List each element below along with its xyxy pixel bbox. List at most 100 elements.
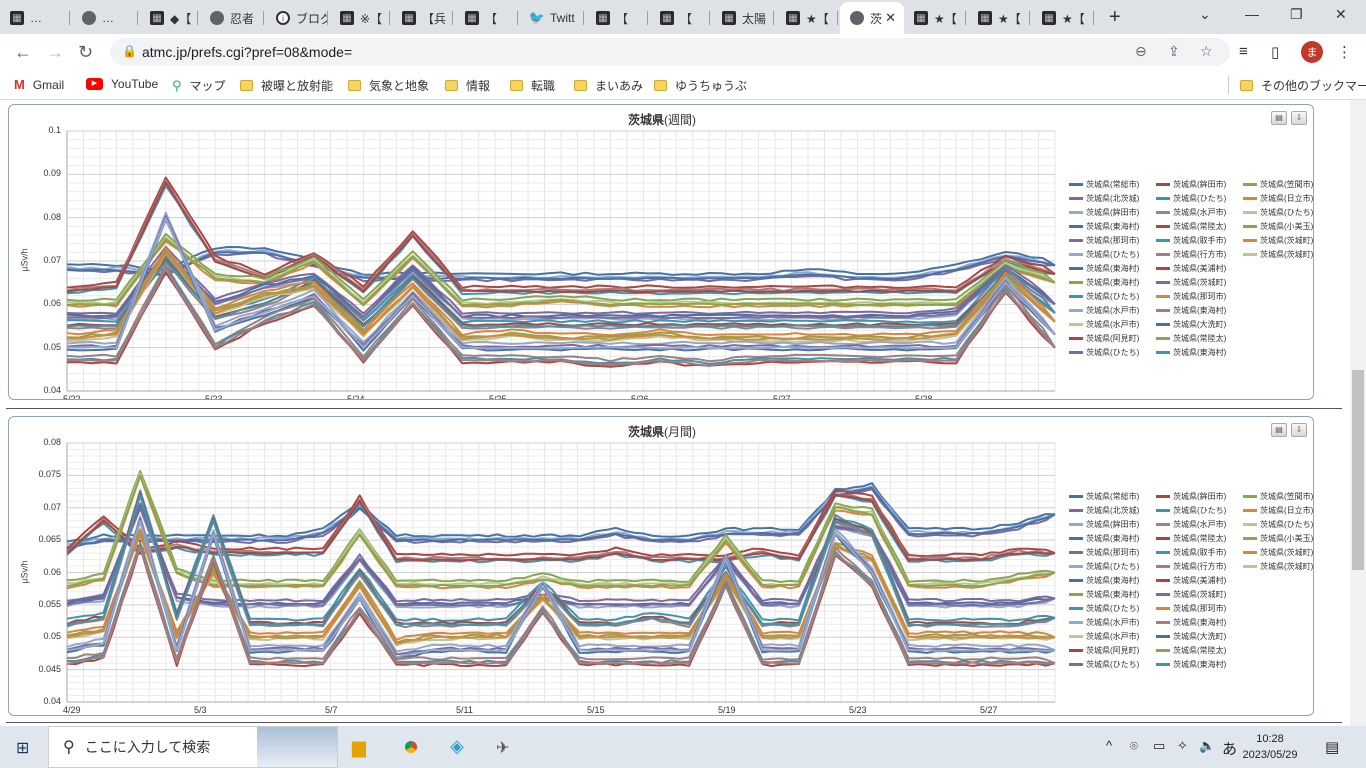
bookmark-item[interactable]: M Gmail <box>14 77 64 92</box>
legend-item[interactable]: 茨城県(那珂市) <box>1156 603 1226 614</box>
forward-arrow-icon[interactable]: → <box>46 42 64 63</box>
back-arrow-icon[interactable]: ← <box>14 42 32 63</box>
legend-item[interactable]: 茨城県(ひたち) <box>1069 291 1139 302</box>
omnibox[interactable]: 🔒 atmc.jp/prefs.cgi?pref=08&mode= ⊖ ⇪ ☆ <box>110 38 1230 66</box>
legend-item[interactable]: 茨城県(水戸市) <box>1156 519 1226 530</box>
legend-item[interactable]: 茨城県(ひたち) <box>1156 505 1226 516</box>
legend-item[interactable]: 茨城県(北茨城) <box>1069 193 1139 204</box>
side-panel-icon[interactable]: ▯ <box>1271 43 1279 61</box>
share-icon[interactable]: ⇪ <box>1168 43 1180 60</box>
legend-item[interactable]: 茨城県(ひたち) <box>1069 347 1139 358</box>
page-scrollbar[interactable] <box>1350 100 1366 726</box>
browser-tab[interactable]: 忍者 <box>200 4 264 32</box>
notepad-icon[interactable]: ◈ <box>450 736 464 757</box>
legend-item[interactable]: 茨城県(美浦村) <box>1156 263 1226 274</box>
legend-item[interactable]: 茨城県(鉾田市) <box>1156 179 1226 190</box>
legend-item[interactable]: 茨城県(常陸太) <box>1156 533 1226 544</box>
legend-item[interactable]: 茨城県(水戸市) <box>1156 207 1226 218</box>
browser-tab[interactable]: 🐦 Twitt <box>520 4 584 32</box>
legend-item[interactable]: 茨城県(東海村) <box>1069 533 1139 544</box>
legend-item[interactable]: 茨城県(東海村) <box>1069 221 1139 232</box>
zoom-icon[interactable]: ⊖ <box>1135 43 1147 60</box>
legend-item[interactable]: 茨城県(ひたち) <box>1069 561 1139 572</box>
network-icon[interactable]: ✧ <box>1177 738 1188 754</box>
volume-icon[interactable]: 🔈 <box>1199 738 1215 754</box>
tab-search-icon[interactable]: ⌄ <box>1199 6 1211 23</box>
legend-item[interactable]: 茨城県(那珂市) <box>1156 291 1226 302</box>
legend-item[interactable]: 茨城県(ひたち) <box>1243 519 1313 530</box>
chrome-icon[interactable] <box>399 735 423 759</box>
legend-item[interactable]: 茨城県(ひたち) <box>1243 207 1313 218</box>
bookmark-item[interactable]: ゆうちゅうぶ <box>654 77 747 94</box>
tray-camera-icon[interactable]: ⌾ <box>1130 738 1138 754</box>
reading-list-icon[interactable]: ≡ <box>1239 43 1248 60</box>
legend-item[interactable]: 茨城県(東海村) <box>1069 263 1139 274</box>
legend-item[interactable]: 茨城県(北茨城) <box>1069 505 1139 516</box>
clock[interactable]: 10:28 2023/05/29 <box>1240 731 1300 763</box>
browser-tab[interactable]: ▦ ★【 <box>776 4 838 32</box>
maximize-button[interactable]: ❐ <box>1290 6 1303 23</box>
legend-item[interactable]: 茨城県(ひたち) <box>1069 249 1139 260</box>
legend-item[interactable]: 茨城県(東海村) <box>1069 277 1139 288</box>
browser-tab[interactable]: i ブログ <box>266 4 328 32</box>
browser-tab[interactable]: ▦ 太陽 <box>712 4 774 32</box>
browser-tab[interactable]: ▦ 【兵 <box>392 4 453 32</box>
legend-item[interactable]: 茨城県(笠間市) <box>1243 491 1313 502</box>
app-icon[interactable]: ✈ <box>496 738 509 758</box>
legend-item[interactable]: 茨城県(行方市) <box>1156 249 1226 260</box>
browser-tab[interactable]: 茨 ✕ <box>840 2 904 34</box>
windows-start-icon[interactable]: ⊞ <box>16 738 29 758</box>
new-tab-button[interactable]: + <box>1109 6 1121 29</box>
legend-item[interactable]: 茨城県(阿見町) <box>1069 333 1139 344</box>
legend-item[interactable]: 茨城県(ひたち) <box>1069 659 1139 670</box>
file-explorer-icon[interactable]: ▆ <box>352 737 366 758</box>
legend-item[interactable]: 茨城県(小美玉) <box>1243 221 1313 232</box>
browser-tab[interactable]: ▦ ※【 <box>330 4 390 32</box>
legend-item[interactable]: 茨城県(ひたち) <box>1156 193 1226 204</box>
legend-item[interactable]: 茨城県(美浦村) <box>1156 575 1226 586</box>
browser-tab[interactable]: … <box>72 4 138 32</box>
minimize-button[interactable]: — <box>1245 6 1259 22</box>
legend-item[interactable]: 茨城県(那珂市) <box>1069 547 1139 558</box>
battery-icon[interactable]: ▭ <box>1153 738 1165 754</box>
browser-tab[interactable]: ▦… <box>0 4 70 32</box>
legend-item[interactable]: 茨城県(笠間市) <box>1243 179 1313 190</box>
legend-item[interactable]: 茨城県(鉾田市) <box>1156 491 1226 502</box>
legend-item[interactable]: 茨城県(鉾田市) <box>1069 207 1139 218</box>
legend-item[interactable]: 茨城県(日立市) <box>1243 193 1313 204</box>
legend-item[interactable]: 茨城県(日立市) <box>1243 505 1313 516</box>
scrollbar-thumb[interactable] <box>1352 370 1364 570</box>
ime-indicator[interactable]: あ <box>1222 738 1237 759</box>
legend-item[interactable]: 茨城県(常陸太) <box>1156 333 1226 344</box>
legend-item[interactable]: 茨城県(常総市) <box>1069 179 1139 190</box>
bookmark-star-icon[interactable]: ☆ <box>1200 43 1213 60</box>
close-window-button[interactable]: ✕ <box>1335 6 1347 23</box>
browser-tab[interactable]: ▦ 【 <box>650 4 710 32</box>
legend-item[interactable]: 茨城県(水戸市) <box>1069 631 1139 642</box>
legend-item[interactable]: 茨城県(東海村) <box>1156 305 1226 316</box>
legend-item[interactable]: 茨城県(茨城町) <box>1156 277 1226 288</box>
browser-tab[interactable]: ▦ ★【 <box>1032 4 1094 32</box>
legend-item[interactable]: 茨城県(水戸市) <box>1069 319 1139 330</box>
legend-item[interactable]: 茨城県(取手市) <box>1156 235 1226 246</box>
legend-item[interactable]: 茨城県(東海村) <box>1069 575 1139 586</box>
browser-tab[interactable]: ▦ 【 <box>455 4 518 32</box>
legend-item[interactable]: 茨城県(那珂市) <box>1069 235 1139 246</box>
legend-item[interactable]: 茨城県(茨城町) <box>1243 561 1313 572</box>
legend-item[interactable]: 茨城県(小美玉) <box>1243 533 1313 544</box>
tab-close-icon[interactable]: ✕ <box>885 10 896 26</box>
notification-icon[interactable]: ▤ <box>1325 738 1339 756</box>
bookmark-item[interactable]: 情報 <box>445 77 490 94</box>
browser-tab[interactable]: ▦ ★【 <box>904 4 966 32</box>
legend-item[interactable]: 茨城県(阿見町) <box>1069 645 1139 656</box>
legend-item[interactable]: 茨城県(取手市) <box>1156 547 1226 558</box>
browser-tab[interactable]: ▦ ◆【 <box>140 4 198 32</box>
bookmark-item[interactable]: ⚲ マップ <box>172 77 226 94</box>
legend-item[interactable]: 茨城県(茨城町) <box>1156 589 1226 600</box>
legend-item[interactable]: 茨城県(東海村) <box>1069 589 1139 600</box>
legend-item[interactable]: 茨城県(水戸市) <box>1069 305 1139 316</box>
legend-item[interactable]: 茨城県(茨城町) <box>1243 249 1313 260</box>
legend-item[interactable]: 茨城県(大洗町) <box>1156 319 1226 330</box>
legend-item[interactable]: 茨城県(東海村) <box>1156 659 1226 670</box>
profile-avatar[interactable]: ま <box>1301 41 1323 63</box>
